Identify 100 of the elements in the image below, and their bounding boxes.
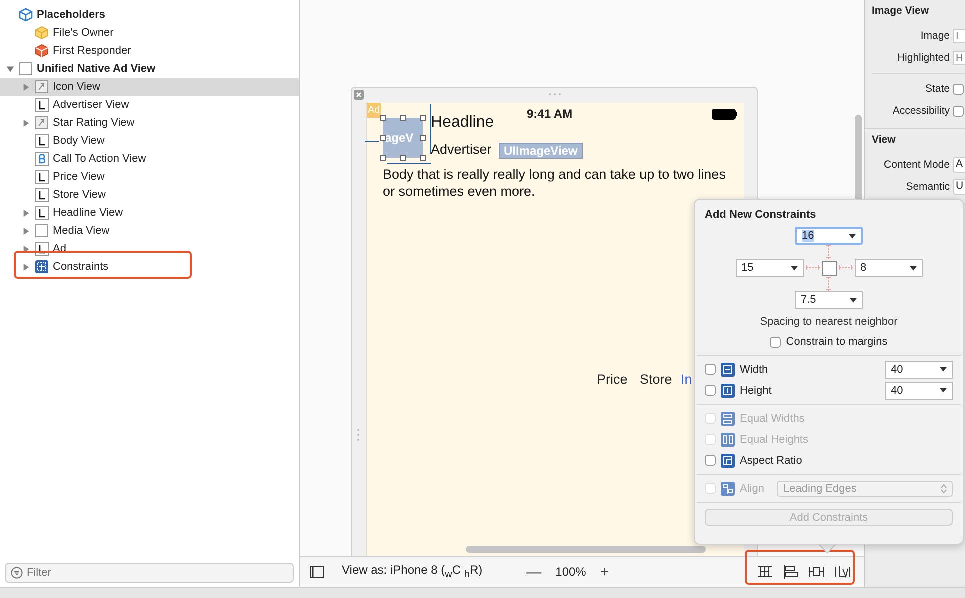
collapsed-arrow-icon[interactable]	[22, 226, 31, 236]
outline-item[interactable]: Star Rating View	[53, 117, 135, 129]
collapsed-arrow-icon[interactable]	[22, 244, 31, 254]
pin-icon[interactable]	[809, 564, 826, 580]
height-icon	[721, 384, 735, 398]
outline-item[interactable]: Unified Native Ad View	[37, 63, 156, 75]
spacing-dropdown[interactable]: 15	[736, 259, 804, 277]
collapsed-arrow-icon[interactable]	[22, 208, 31, 218]
equal-widths-icon	[721, 412, 735, 426]
property-field[interactable]: H	[953, 51, 965, 65]
equal-heights-icon	[721, 432, 735, 446]
resize-handle[interactable]	[420, 135, 426, 141]
spacing-dropdown[interactable]: 8	[854, 259, 922, 277]
image-view-icon	[35, 80, 49, 94]
scrollbar[interactable]	[466, 546, 706, 553]
aspect-icon	[721, 454, 735, 468]
outline-item[interactable]: Placeholders	[37, 9, 106, 21]
outline-item[interactable]: Headline View	[53, 207, 124, 219]
zoom-level: 100%	[556, 565, 586, 579]
label-icon	[35, 134, 49, 148]
checkbox[interactable]	[953, 84, 964, 94]
spacing-dropdown[interactable]: 16	[795, 227, 863, 245]
zoom-in-button[interactable]: +	[594, 564, 616, 580]
outline-item[interactable]: Icon View	[53, 81, 100, 93]
device-selector[interactable]: View as: iPhone 8 ($_{w}$C $_{h}$R)	[342, 563, 483, 581]
ad-badge: Ad	[367, 103, 382, 118]
caret-icon	[850, 298, 857, 302]
outline-item[interactable]: First Responder	[53, 45, 132, 57]
expanded-arrow-icon[interactable]	[6, 64, 15, 74]
label-icon	[35, 98, 49, 112]
property-field[interactable]: I	[953, 29, 965, 43]
resize-handle[interactable]	[420, 155, 426, 161]
constraint-label: Equal Widths	[740, 412, 805, 424]
size-dropdown[interactable]: 40	[885, 382, 953, 400]
resize-handle[interactable]	[420, 115, 426, 121]
grip-icon	[357, 428, 360, 442]
spacing-dropdown[interactable]: 7.5	[795, 291, 863, 309]
outline-item[interactable]: File's Owner	[53, 27, 114, 39]
resize-handle[interactable]	[380, 135, 386, 141]
strut-icon	[826, 277, 832, 291]
battery-icon	[712, 109, 738, 120]
filter-field[interactable]: Filter	[5, 563, 294, 583]
checkbox[interactable]	[770, 336, 782, 348]
stepper-arrows-icon	[941, 484, 947, 494]
checkbox[interactable]	[705, 364, 716, 375]
outline-item[interactable]: Store View	[53, 189, 106, 201]
label-icon	[35, 188, 49, 202]
caret-icon	[790, 266, 798, 270]
size-dropdown[interactable]: 40	[885, 360, 953, 378]
update-frames-icon[interactable]	[757, 564, 774, 580]
align-icon	[721, 482, 735, 496]
collapsed-arrow-icon[interactable]	[22, 82, 31, 92]
strut-icon	[838, 265, 852, 271]
checkbox[interactable]	[705, 385, 716, 396]
outline-item[interactable]: Media View	[53, 225, 110, 237]
body-label: Body that is really really long and can take up to two lines or sometimes even more.	[383, 166, 727, 200]
constraint-label: Width	[740, 364, 768, 376]
image-view-icon	[35, 116, 49, 130]
checkbox[interactable]	[705, 455, 716, 466]
grip-icon	[548, 93, 562, 96]
filter-icon	[11, 567, 23, 579]
constraint-label: Aspect Ratio	[740, 454, 802, 466]
caret-icon	[849, 234, 856, 238]
width-icon	[721, 362, 735, 376]
property-dropdown[interactable]: U	[953, 179, 965, 195]
outline-item[interactable]: Constraints	[53, 261, 109, 273]
resize-handle[interactable]	[400, 115, 406, 121]
section-title: Image View	[872, 5, 930, 17]
headline-label: Headline	[431, 114, 494, 132]
outline-item[interactable]: Body View	[53, 135, 105, 147]
outline-item[interactable]: Advertiser View	[53, 99, 130, 111]
outline-item[interactable]: Call To Action View	[53, 153, 146, 165]
cube-icon	[35, 26, 49, 40]
constraint-line	[430, 104, 431, 154]
outline-item[interactable]: Price View	[53, 171, 105, 183]
resize-handle[interactable]	[380, 115, 386, 121]
collapsed-arrow-icon[interactable]	[22, 262, 31, 272]
section-title: View	[872, 134, 897, 146]
constraint-line	[365, 141, 379, 142]
close-icon[interactable]	[354, 90, 364, 100]
status-time: 9:41 AM	[527, 107, 573, 121]
strut-icon	[806, 265, 820, 271]
property-label: Accessibility	[892, 105, 950, 117]
align-icon[interactable]	[783, 564, 800, 580]
label-icon	[35, 206, 49, 220]
spacing-label: Spacing to nearest neighbor	[760, 316, 898, 328]
price-label: Price	[597, 372, 628, 387]
resolve-issues-icon[interactable]	[835, 564, 852, 580]
caret-icon	[940, 388, 947, 393]
constraint-line	[387, 163, 431, 164]
property-dropdown[interactable]: A	[953, 157, 965, 173]
sidebar-toggle-icon[interactable]	[310, 566, 324, 578]
collapsed-arrow-icon[interactable]	[22, 118, 31, 128]
view-icon	[19, 62, 33, 76]
zoom-out-button[interactable]: —	[520, 564, 548, 580]
store-label: Store	[640, 372, 672, 387]
resize-handle[interactable]	[380, 155, 386, 161]
checkbox[interactable]	[953, 106, 964, 116]
resize-handle[interactable]	[400, 155, 406, 161]
selection-tag: UIImageView	[499, 143, 583, 159]
